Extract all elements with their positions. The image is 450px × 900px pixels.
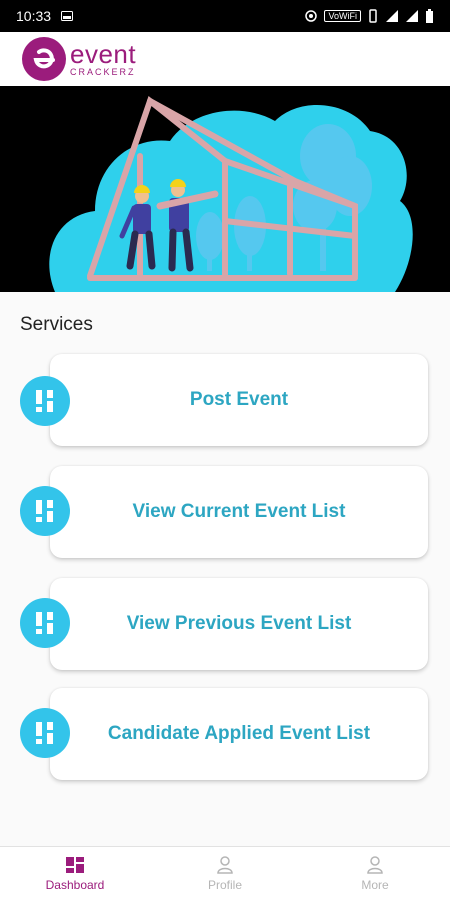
- nav-label-profile: Profile: [207, 877, 242, 892]
- banner-illustration: [0, 86, 450, 292]
- nav-item-dashboard[interactable]: Dashboard: [0, 847, 150, 900]
- services-heading: Services: [20, 314, 93, 335]
- notification-icon: [61, 11, 74, 21]
- person-icon: [217, 855, 233, 874]
- vowifi-badge: VoWiFi: [324, 10, 361, 22]
- wifi-signal-icon: [386, 10, 398, 22]
- status-time: 10:33: [16, 8, 52, 24]
- nav-item-profile[interactable]: Profile: [150, 847, 300, 900]
- battery-icon: [426, 8, 433, 23]
- logo-mark-icon: [22, 37, 66, 81]
- nav-label-more: More: [361, 877, 389, 892]
- view-current-event-list-button[interactable]: View Current Event List: [50, 466, 428, 558]
- grid-icon: [20, 486, 70, 536]
- service-label: Candidate Applied Event List: [107, 723, 371, 744]
- status-icons: VoWiFi: [304, 8, 434, 24]
- grid-icon: [20, 376, 70, 426]
- logo-word: event: [70, 39, 137, 69]
- service-label: View Current Event List: [132, 501, 346, 522]
- logo-subtitle: CRACKERZ: [70, 67, 136, 77]
- nav-item-more[interactable]: More: [300, 847, 450, 900]
- logo: event CRACKERZ: [70, 41, 136, 77]
- cell-signal-icon: [406, 10, 418, 22]
- service-label: Post Event: [189, 389, 289, 410]
- view-previous-event-list-button[interactable]: View Previous Event List: [50, 578, 428, 670]
- status-bar: 10:33 VoWiFi: [0, 0, 450, 32]
- post-event-button[interactable]: Post Event: [50, 354, 428, 446]
- app-header: event CRACKERZ: [0, 32, 450, 86]
- candidate-applied-event-list-button[interactable]: Candidate Applied Event List: [50, 688, 428, 780]
- grid-icon: [20, 708, 70, 758]
- dashboard-icon: [66, 856, 84, 873]
- vibrate-icon: [369, 9, 377, 23]
- bottom-navigation: Dashboard Profile More: [0, 846, 450, 900]
- person-icon: [367, 855, 383, 874]
- nav-label-dashboard: Dashboard: [45, 877, 105, 892]
- service-label: View Previous Event List: [126, 613, 352, 634]
- hotspot-icon: [305, 10, 318, 22]
- grid-icon: [20, 598, 70, 648]
